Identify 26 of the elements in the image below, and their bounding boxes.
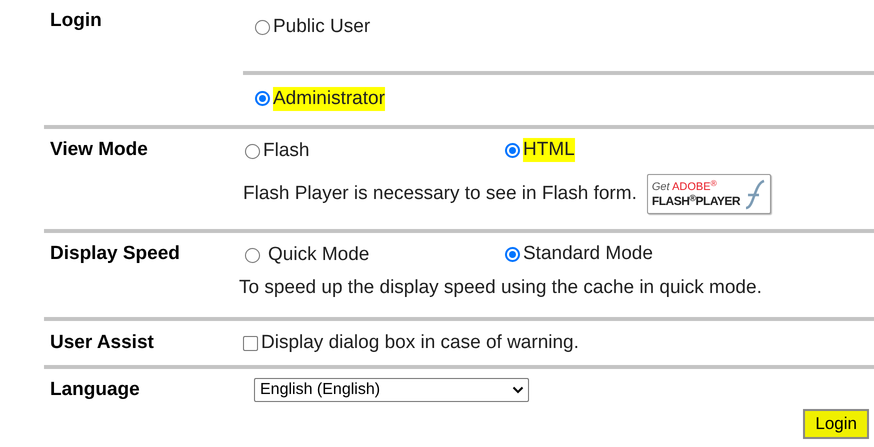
- badge-text: Get: [652, 181, 670, 193]
- chevron-down-icon: [512, 386, 524, 394]
- radio-icon: [245, 144, 260, 159]
- radio-option[interactable]: Flash: [245, 139, 310, 164]
- field-label: Language: [50, 378, 140, 400]
- radio-option[interactable]: Public User: [255, 15, 370, 39]
- get-flash-player-badge[interactable]: Get ADOBE$^{®}$ FLASH$^{®}$PLAYER: [646, 174, 772, 214]
- badge-brand: ADOBE$^{®}$: [672, 181, 717, 193]
- radio-icon: [245, 248, 260, 263]
- field-label: Login: [50, 10, 102, 31]
- field-label: User Assist: [50, 332, 154, 352]
- radio-icon: [255, 20, 270, 34]
- radio-selected-icon: [505, 246, 520, 262]
- checkbox-option[interactable]: Display dialog box in case of warning.: [243, 331, 579, 355]
- radio-option[interactable]: Quick Mode: [245, 243, 370, 268]
- language-select[interactable]: English (English): [254, 378, 529, 402]
- field-label: Display Speed: [50, 243, 180, 264]
- help-text: To speed up the display speed using the cache in quick mode.: [239, 276, 762, 300]
- checkbox-icon: [243, 336, 258, 350]
- radio-option[interactable]: Standard Mode: [505, 242, 653, 266]
- login-button[interactable]: Login: [803, 409, 869, 439]
- radio-selected-icon: [255, 91, 270, 106]
- radio-selected-icon: [505, 142, 520, 158]
- badge-product: FLASH$^{®}$PLAYER: [652, 194, 740, 208]
- help-text: Flash Player is necessary to see in Flash form.: [243, 182, 637, 206]
- field-label: View Mode: [50, 139, 148, 160]
